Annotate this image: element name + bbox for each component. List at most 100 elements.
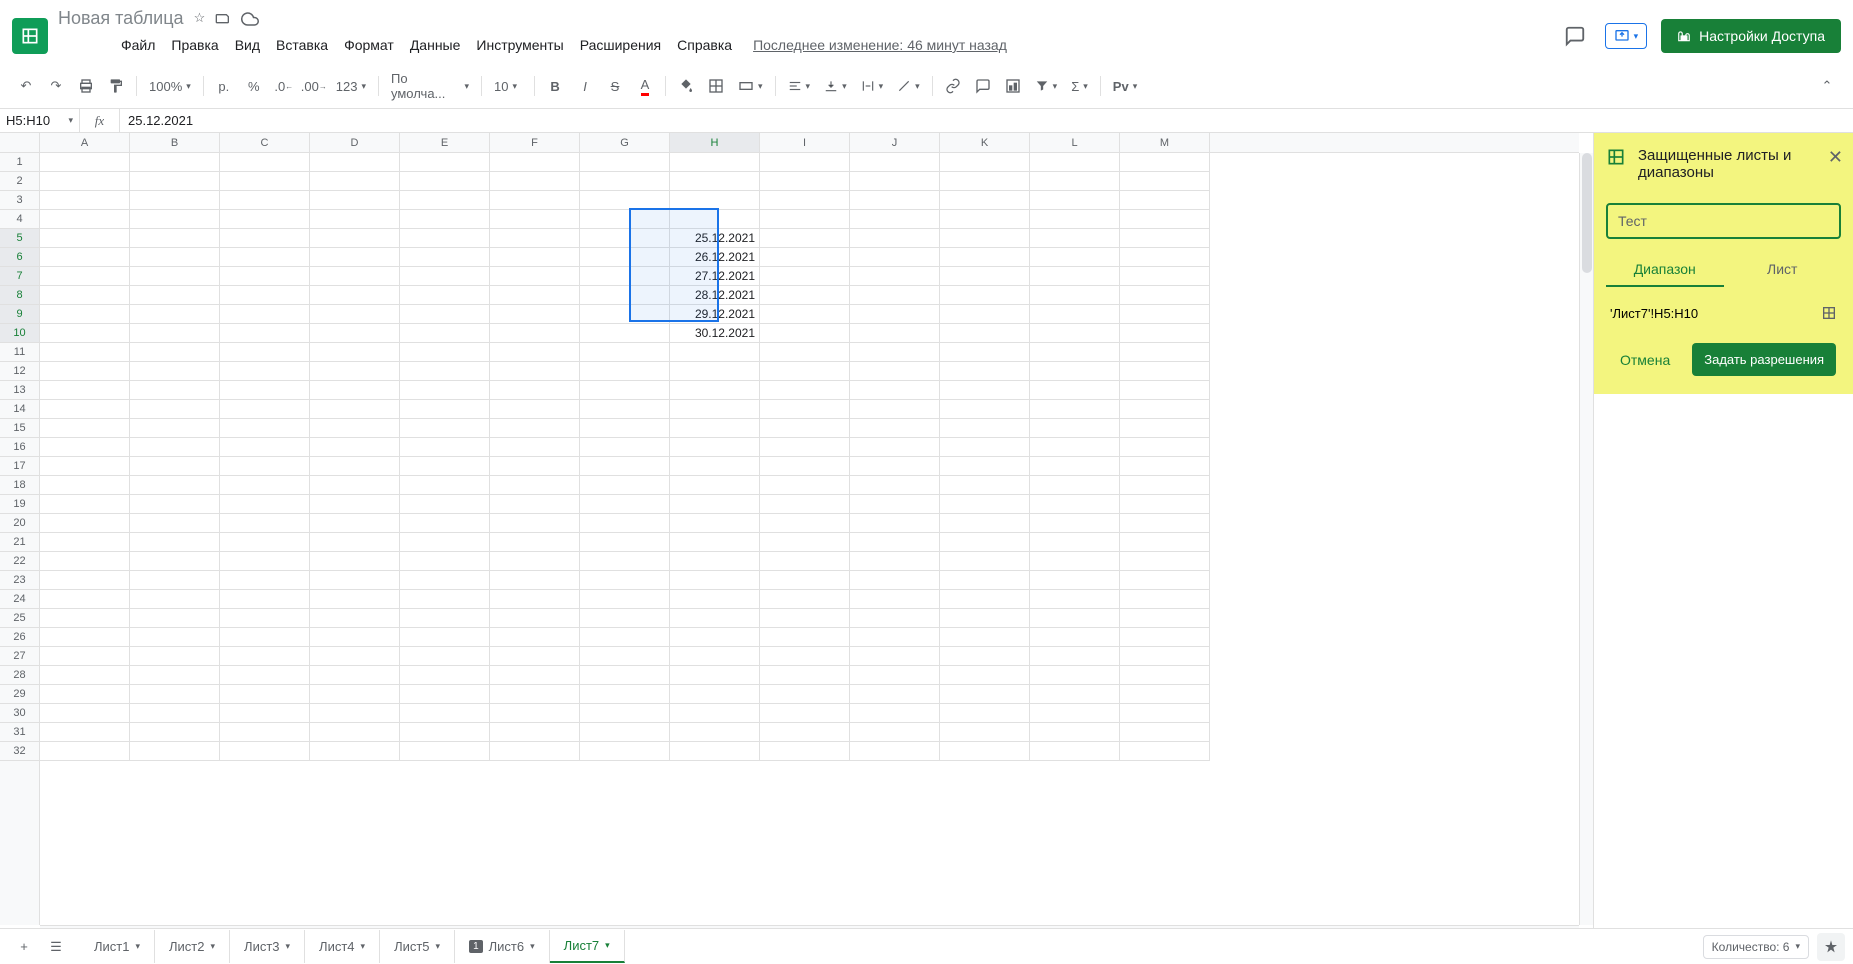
- cell[interactable]: [310, 666, 400, 685]
- cell[interactable]: [1030, 609, 1120, 628]
- cell[interactable]: [580, 343, 670, 362]
- cell[interactable]: [760, 514, 850, 533]
- cell[interactable]: [760, 742, 850, 761]
- row-header[interactable]: 5: [0, 229, 39, 248]
- cell[interactable]: [40, 267, 130, 286]
- cell[interactable]: [940, 419, 1030, 438]
- cell[interactable]: [130, 172, 220, 191]
- cell[interactable]: [310, 609, 400, 628]
- cell[interactable]: [940, 742, 1030, 761]
- strikethrough-icon[interactable]: S: [601, 73, 629, 99]
- cell[interactable]: [40, 457, 130, 476]
- cell[interactable]: [40, 552, 130, 571]
- menu-format[interactable]: Формат: [337, 33, 401, 57]
- cell[interactable]: [850, 229, 940, 248]
- cell[interactable]: [580, 172, 670, 191]
- sheet-tab[interactable]: Лист3▾: [230, 930, 305, 963]
- cell[interactable]: [40, 381, 130, 400]
- cell[interactable]: [1120, 324, 1210, 343]
- cell[interactable]: [940, 590, 1030, 609]
- cell[interactable]: [850, 457, 940, 476]
- cell[interactable]: [670, 514, 760, 533]
- cell[interactable]: [400, 647, 490, 666]
- cell[interactable]: [1030, 248, 1120, 267]
- cell[interactable]: [940, 248, 1030, 267]
- cell[interactable]: [760, 400, 850, 419]
- cell[interactable]: [850, 324, 940, 343]
- select-all-corner[interactable]: [0, 133, 40, 153]
- row-header[interactable]: 17: [0, 457, 39, 476]
- cell[interactable]: [1120, 533, 1210, 552]
- cell[interactable]: [580, 419, 670, 438]
- sheet-tab[interactable]: 1Лист6▾: [455, 930, 550, 963]
- cell[interactable]: [670, 742, 760, 761]
- cell[interactable]: [130, 305, 220, 324]
- cell[interactable]: [130, 552, 220, 571]
- set-permissions-button[interactable]: Задать разрешения: [1692, 343, 1836, 376]
- cell[interactable]: [400, 666, 490, 685]
- cell[interactable]: [40, 628, 130, 647]
- cell[interactable]: [130, 153, 220, 172]
- cell[interactable]: [760, 362, 850, 381]
- cell[interactable]: [400, 248, 490, 267]
- bold-icon[interactable]: B: [541, 73, 569, 99]
- cell[interactable]: [400, 419, 490, 438]
- cell[interactable]: [850, 438, 940, 457]
- cell[interactable]: [40, 666, 130, 685]
- cell[interactable]: [580, 362, 670, 381]
- cell[interactable]: [670, 685, 760, 704]
- description-input[interactable]: [1606, 203, 1841, 239]
- cell[interactable]: [1120, 514, 1210, 533]
- cell[interactable]: [400, 609, 490, 628]
- formula-input[interactable]: 25.12.2021: [120, 113, 1853, 128]
- cell[interactable]: [850, 153, 940, 172]
- spreadsheet-grid[interactable]: ABCDEFGHIJKLM 12345678910111213141516171…: [0, 133, 1593, 939]
- cell[interactable]: [1030, 343, 1120, 362]
- cell[interactable]: [670, 666, 760, 685]
- cell[interactable]: [850, 704, 940, 723]
- cell[interactable]: [490, 514, 580, 533]
- cell[interactable]: [40, 324, 130, 343]
- cell[interactable]: [40, 685, 130, 704]
- cell[interactable]: [760, 457, 850, 476]
- cell[interactable]: [1120, 438, 1210, 457]
- cell[interactable]: [850, 248, 940, 267]
- cell[interactable]: [670, 609, 760, 628]
- cell[interactable]: [1120, 685, 1210, 704]
- document-title[interactable]: Новая таблица: [58, 8, 184, 29]
- cell[interactable]: [940, 172, 1030, 191]
- cell[interactable]: [1120, 571, 1210, 590]
- column-header[interactable]: A: [40, 133, 130, 152]
- cell[interactable]: [220, 704, 310, 723]
- cell[interactable]: [220, 438, 310, 457]
- cell[interactable]: [670, 723, 760, 742]
- row-header[interactable]: 25: [0, 609, 39, 628]
- column-header[interactable]: L: [1030, 133, 1120, 152]
- cell[interactable]: [940, 267, 1030, 286]
- row-header[interactable]: 10: [0, 324, 39, 343]
- cell[interactable]: [580, 400, 670, 419]
- cell[interactable]: [310, 495, 400, 514]
- cell[interactable]: [310, 685, 400, 704]
- row-header[interactable]: 16: [0, 438, 39, 457]
- cell[interactable]: [310, 419, 400, 438]
- cell[interactable]: [400, 438, 490, 457]
- cell[interactable]: [400, 191, 490, 210]
- cell[interactable]: [220, 343, 310, 362]
- row-header[interactable]: 31: [0, 723, 39, 742]
- cell[interactable]: [40, 153, 130, 172]
- cell[interactable]: [490, 457, 580, 476]
- cell[interactable]: [850, 514, 940, 533]
- sheet-tab[interactable]: Лист7▾: [550, 930, 625, 963]
- cell[interactable]: [1030, 324, 1120, 343]
- cell[interactable]: [850, 343, 940, 362]
- cell[interactable]: [940, 343, 1030, 362]
- cell[interactable]: [670, 647, 760, 666]
- cell[interactable]: [400, 305, 490, 324]
- cell[interactable]: [760, 533, 850, 552]
- cell[interactable]: [130, 343, 220, 362]
- cell[interactable]: [580, 381, 670, 400]
- cell[interactable]: [130, 286, 220, 305]
- increase-decimal-icon[interactable]: .00→: [300, 73, 328, 99]
- cell[interactable]: [760, 419, 850, 438]
